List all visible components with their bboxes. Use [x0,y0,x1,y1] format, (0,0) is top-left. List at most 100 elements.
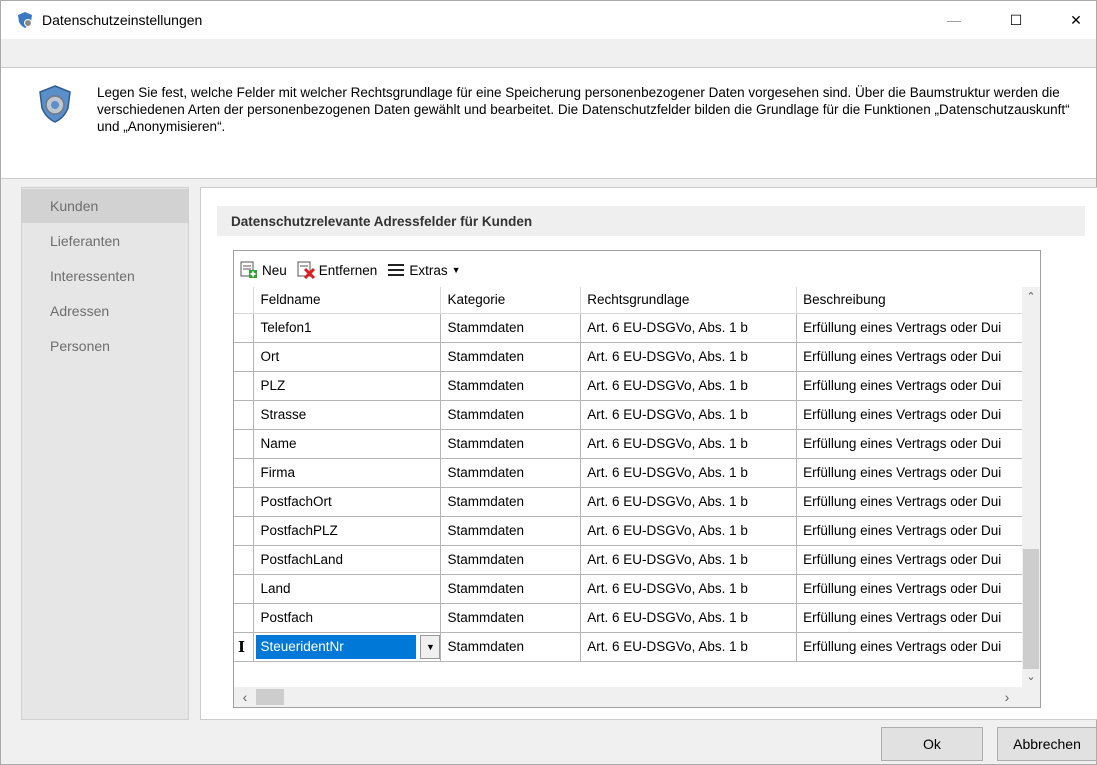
new-button[interactable]: Neu [240,261,287,279]
feldname-cell[interactable]: PostfachOrt [253,487,442,517]
beschreibung-cell[interactable]: Erfüllung eines Vertrags oder Dui [796,516,1040,546]
close-button[interactable]: ✕ [1053,1,1097,39]
remove-button[interactable]: Entfernen [297,261,377,279]
kategorie-cell[interactable]: Stammdaten [440,574,582,604]
kategorie-cell[interactable]: Stammdaten [440,400,582,430]
feldname-cell[interactable]: Telefon1 [253,313,442,343]
table-row[interactable]: PostfachLand Stammdaten Art. 6 EU-DSGVo, A… [234,545,1040,575]
table-row[interactable]: Postfach Stammdaten Art. 6 EU-DSGVo, Abs. … [234,603,1040,633]
extras-menu[interactable]: Extras ▼ [387,261,461,279]
feldname-cell[interactable]: PostfachLand [253,545,442,575]
beschreibung-cell[interactable]: Erfüllung eines Vertrags oder Dui [796,313,1040,343]
beschreibung-cell[interactable]: Erfüllung eines Vertrags oder Dui [796,342,1040,372]
table-row[interactable]: Ort Stammdaten Art. 6 EU-DSGVo, Abs. 1 b Er… [234,342,1040,372]
row-indicator [234,400,255,430]
vertical-scrollbar[interactable]: ⌃ ⌄ [1022,287,1040,687]
kategorie-cell[interactable]: Stammdaten [440,458,582,488]
editing-row[interactable]: I SteueridentNr ▼ Stammdaten Art. 6 EU-D… [234,632,1040,662]
table-row[interactable]: PLZ Stammdaten Art. 6 EU-DSGVo, Abs. 1 b Er… [234,371,1040,401]
feldname-cell[interactable]: Postfach [253,603,442,633]
scroll-right-icon[interactable]: › [998,687,1016,707]
ok-button[interactable]: Ok [881,727,983,761]
beschreibung-cell[interactable]: Erfüllung eines Vertrags oder Dui [796,458,1040,488]
kategorie-cell[interactable]: Stammdaten [440,516,582,546]
table-body: Telefon1 Stammdaten Art. 6 EU-DSGVo, Abs. … [234,313,1040,662]
scroll-down-icon[interactable]: ⌄ [1022,667,1040,685]
rechtsgrundlage-cell[interactable]: Art. 6 EU-DSGVo, Abs. 1 b [580,603,798,633]
maximize-button[interactable]: ☐ [993,1,1039,39]
beschreibung-cell[interactable]: Erfüllung eines Vertrags oder Dui [796,574,1040,604]
beschreibung-cell[interactable]: Erfüllung eines Vertrags oder Dui [796,429,1040,459]
sidebar-item-kunden[interactable]: Kunden [22,189,188,223]
cancel-button[interactable]: Abbrechen [997,727,1097,761]
feldname-cell[interactable]: Ort [253,342,442,372]
sidebar-item-personen[interactable]: Personen [22,329,188,363]
rechtsgrundlage-cell[interactable]: Art. 6 EU-DSGVo, Abs. 1 b [580,545,798,575]
horizontal-scroll-thumb[interactable] [256,689,284,705]
scroll-up-icon[interactable]: ⌃ [1022,287,1040,305]
row-indicator [234,574,255,604]
feldname-cell[interactable]: PLZ [253,371,442,401]
table-row[interactable]: Firma Stammdaten Art. 6 EU-DSGVo, Abs. 1 b… [234,458,1040,488]
beschreibung-cell[interactable]: Erfüllung eines Vertrags oder Dui [796,400,1040,430]
table-row[interactable]: Strasse Stammdaten Art. 6 EU-DSGVo, Abs. 1… [234,400,1040,430]
table-row[interactable]: Land Stammdaten Art. 6 EU-DSGVo, Abs. 1 bE… [234,574,1040,604]
kategorie-cell[interactable]: Stammdaten [440,603,582,633]
info-panel: Legen Sie fest, welche Felder mit welche… [1,67,1096,179]
sidebar-item-interessenten[interactable]: Interessenten [22,259,188,293]
sidebar-item-label: Lieferanten [50,233,121,249]
beschreibung-cell[interactable]: Erfüllung eines Vertrags oder Dui [796,632,1040,662]
table-row[interactable]: Telefon1 Stammdaten Art. 6 EU-DSGVo, Abs. … [234,313,1040,343]
feldname-cell[interactable]: Land [253,574,442,604]
column-header-rechtsgrundlage[interactable]: Rechtsgrundlage [580,287,798,314]
kategorie-cell[interactable]: Stammdaten [440,545,582,575]
rechtsgrundlage-cell[interactable]: Art. 6 EU-DSGVo, Abs. 1 b [580,516,798,546]
feldname-cell[interactable]: Name [253,429,442,459]
beschreibung-cell[interactable]: Erfüllung eines Vertrags oder Dui [796,603,1040,633]
sidebar-item-adressen[interactable]: Adressen [22,294,188,328]
beschreibung-cell[interactable]: Erfüllung eines Vertrags oder Dui [796,545,1040,575]
row-indicator [234,458,255,488]
table-row[interactable]: PostfachOrt Stammdaten Art. 6 EU-DSGVo, Ab… [234,487,1040,517]
table-row[interactable]: PostfachPLZ Stammdaten Art. 6 EU-DSGVo, Ab… [234,516,1040,546]
feldname-value[interactable]: SteueridentNr [256,634,417,659]
rechtsgrundlage-cell[interactable]: Art. 6 EU-DSGVo, Abs. 1 b [580,400,798,430]
column-header-kategorie[interactable]: Kategorie [440,287,582,314]
kategorie-cell[interactable]: Stammdaten [440,487,582,517]
delete-row-icon [297,261,315,279]
vertical-scroll-thumb[interactable] [1023,549,1039,669]
fields-table: Feldname Kategorie Rechtsgrundlage Besch… [234,287,1040,662]
beschreibung-cell[interactable]: Erfüllung eines Vertrags oder Dui [796,371,1040,401]
feldname-editor[interactable]: SteueridentNr ▼ [253,632,442,662]
scroll-left-icon[interactable]: ‹ [236,687,254,707]
rechtsgrundlage-cell[interactable]: Art. 6 EU-DSGVo, Abs. 1 b [580,429,798,459]
rechtsgrundlage-cell[interactable]: Art. 6 EU-DSGVo, Abs. 1 b [580,487,798,517]
kategorie-cell[interactable]: Stammdaten [440,371,582,401]
feldname-cell[interactable]: Firma [253,458,442,488]
feldname-cell[interactable]: Strasse [253,400,442,430]
row-indicator: I [234,632,255,662]
rechtsgrundlage-cell[interactable]: Art. 6 EU-DSGVo, Abs. 1 b [580,371,798,401]
row-indicator [234,371,255,401]
rechtsgrundlage-cell[interactable]: Art. 6 EU-DSGVo, Abs. 1 b [580,574,798,604]
feldname-cell[interactable]: PostfachPLZ [253,516,442,546]
table-row[interactable]: Name Stammdaten Art. 6 EU-DSGVo, Abs. 1 bE… [234,429,1040,459]
rechtsgrundlage-cell[interactable]: Art. 6 EU-DSGVo, Abs. 1 b [580,313,798,343]
kategorie-cell[interactable]: Stammdaten [440,342,582,372]
rechtsgrundlage-cell[interactable]: Art. 6 EU-DSGVo, Abs. 1 b [580,342,798,372]
minimize-button[interactable]: — [931,1,977,39]
beschreibung-cell[interactable]: Erfüllung eines Vertrags oder Dui [796,487,1040,517]
column-header-feldname[interactable]: Feldname [253,287,442,314]
chevron-down-icon[interactable]: ▼ [420,634,440,659]
extras-label: Extras [409,262,448,278]
kategorie-cell[interactable]: Stammdaten [440,313,582,343]
group-title: Datenschutzrelevante Adressfelder für Ku… [217,206,1085,236]
sidebar-item-lieferanten[interactable]: Lieferanten [22,224,188,258]
column-header-beschreibung[interactable]: Beschreibung [796,287,1040,314]
kategorie-cell[interactable]: Stammdaten [440,429,582,459]
kategorie-cell[interactable]: Stammdaten [440,632,582,662]
rechtsgrundlage-cell[interactable]: Art. 6 EU-DSGVo, Abs. 1 b [580,458,798,488]
rechtsgrundlage-cell[interactable]: Art. 6 EU-DSGVo, Abs. 1 b [580,632,798,662]
menu-icon [388,264,405,276]
horizontal-scrollbar[interactable]: ‹ › [234,687,1040,707]
